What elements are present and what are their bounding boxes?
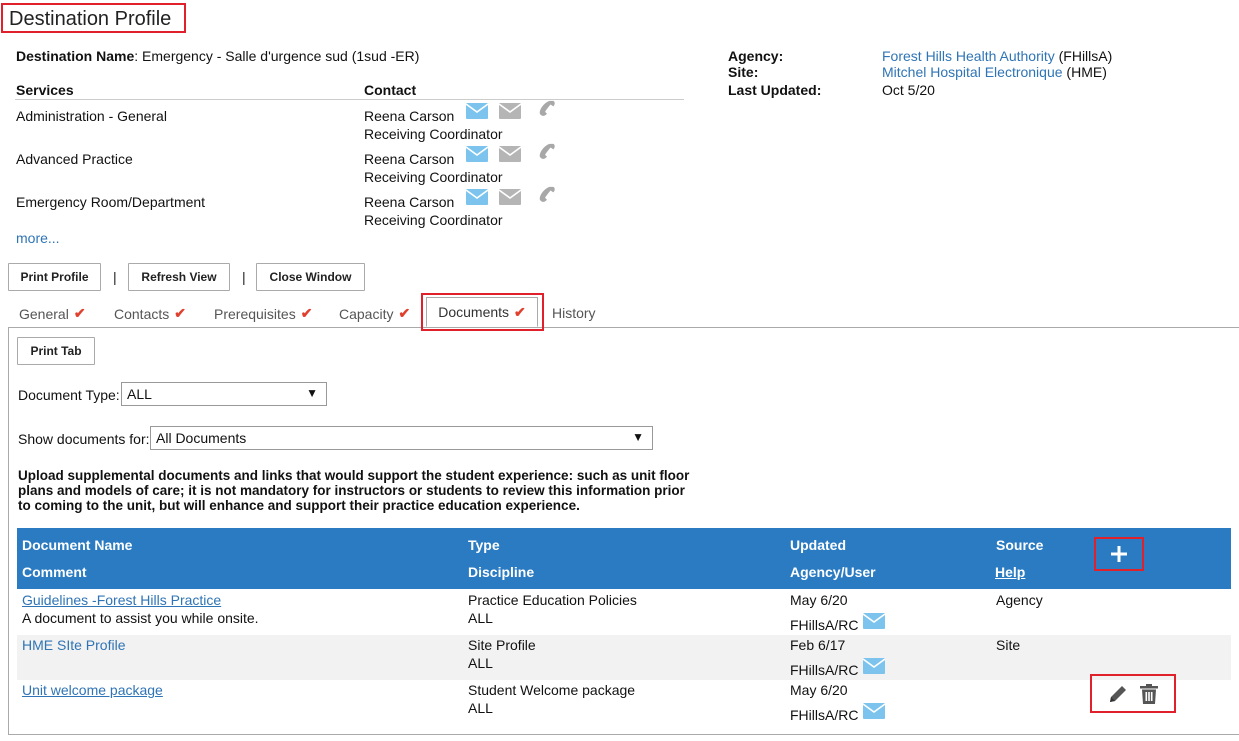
document-source: Agency (996, 592, 1043, 608)
service-name: Emergency Room/Department (16, 194, 206, 210)
document-discipline: ALL (468, 610, 493, 626)
document-user: FHillsA/RC (790, 662, 859, 678)
contact-name: Reena Carson (364, 194, 455, 210)
document-type: Site Profile (468, 637, 536, 653)
mail-blue-icon[interactable] (466, 146, 488, 162)
tab-prerequisites[interactable]: Prerequisites ✔ (214, 305, 312, 322)
destination-name: Destination Name: Emergency - Salle d'ur… (16, 48, 420, 64)
service-name: Administration - General (16, 108, 167, 124)
trash-icon[interactable] (1139, 683, 1159, 705)
services-more-link[interactable]: more... (16, 230, 60, 246)
mail-blue-icon[interactable] (466, 189, 488, 205)
check-icon: ✔ (174, 305, 186, 321)
document-discipline: ALL (468, 655, 493, 671)
document-updated: Feb 6/17 (790, 637, 846, 653)
refresh-view-button[interactable]: Refresh View (128, 263, 230, 291)
agency-value: Forest Hills Health Authority (FHillsA) (882, 48, 1112, 64)
dropdown-arrow-icon: ▼ (632, 430, 644, 444)
mail-grey-icon[interactable] (499, 103, 521, 119)
tab-general[interactable]: General ✔ (19, 305, 86, 322)
show-documents-label: Show documents for: (18, 431, 150, 447)
site-link[interactable]: Mitchel Hospital Electronique (882, 64, 1063, 80)
last-updated-value: Oct 5/20 (882, 82, 935, 98)
phone-icon[interactable] (535, 99, 557, 121)
tab-capacity[interactable]: Capacity ✔ (339, 305, 410, 322)
contact-role: Receiving Coordinator (364, 212, 503, 228)
mail-grey-icon[interactable] (499, 146, 521, 162)
document-type-select[interactable]: ALL ▼ (121, 382, 327, 406)
close-window-button[interactable]: Close Window (256, 263, 365, 291)
pencil-icon[interactable] (1107, 683, 1129, 705)
agency-label: Agency: (728, 48, 784, 64)
document-updated: May 6/20 (790, 682, 848, 698)
site-label: Site: (728, 64, 759, 80)
col-discipline: Discipline (468, 564, 535, 580)
print-profile-button[interactable]: Print Profile (8, 263, 101, 291)
col-updated: Updated (790, 537, 846, 553)
toolbar-separator: | (242, 269, 246, 285)
services-divider (15, 99, 684, 100)
table-row-shade (17, 635, 1231, 680)
document-type: Student Welcome package (468, 682, 636, 698)
services-header: Services (16, 82, 74, 98)
toolbar-separator: | (113, 269, 117, 285)
documents-description: Upload supplemental documents and links … (18, 468, 690, 513)
document-comment: A document to assist you while onsite. (22, 610, 259, 626)
phone-icon[interactable] (535, 185, 557, 207)
documents-table-header: Document Name Comment Type Discipline Up… (17, 528, 1231, 589)
help-link[interactable]: Help (995, 564, 1025, 580)
mail-blue-icon[interactable] (863, 703, 885, 719)
tab-contacts[interactable]: Contacts ✔ (114, 305, 186, 322)
service-name: Advanced Practice (16, 151, 133, 167)
row-actions (1090, 674, 1176, 713)
col-source: Source (996, 537, 1044, 553)
document-updated: May 6/20 (790, 592, 848, 608)
check-icon: ✔ (398, 305, 411, 321)
add-document-button[interactable] (1094, 537, 1144, 571)
mail-blue-icon[interactable] (863, 613, 885, 629)
agency-code: (FHillsA) (1058, 48, 1113, 64)
contact-role: Receiving Coordinator (364, 126, 503, 142)
contact-header: Contact (364, 82, 417, 98)
check-icon: ✔ (300, 305, 313, 321)
document-link[interactable]: HME SIte Profile (22, 637, 125, 653)
destination-name-value: Emergency - Salle d'urgence sud (1sud -E… (142, 48, 420, 64)
col-comment: Comment (22, 564, 87, 580)
mail-blue-icon[interactable] (863, 658, 885, 674)
site-code: (HME) (1066, 64, 1107, 80)
check-icon: ✔ (73, 305, 86, 321)
contact-name: Reena Carson (364, 151, 455, 167)
dropdown-arrow-icon: ▼ (306, 386, 318, 400)
page-title: Destination Profile (1, 3, 186, 33)
mail-blue-icon[interactable] (466, 103, 488, 119)
mail-grey-icon[interactable] (499, 189, 521, 205)
contact-role: Receiving Coordinator (364, 169, 503, 185)
last-updated-label: Last Updated: (728, 82, 822, 98)
document-type: Practice Education Policies (468, 592, 637, 608)
tab-history[interactable]: History (552, 305, 596, 321)
col-document-name: Document Name (22, 537, 133, 553)
document-link[interactable]: Guidelines -Forest Hills Practice (22, 592, 221, 608)
destination-name-label: Destination Name (16, 48, 135, 64)
site-value: Mitchel Hospital Electronique (HME) (882, 64, 1107, 80)
print-tab-button[interactable]: Print Tab (17, 337, 95, 365)
document-user: FHillsA/RC (790, 707, 859, 723)
document-type-label: Document Type: (18, 387, 120, 403)
show-documents-select[interactable]: All Documents ▼ (150, 426, 653, 450)
document-source: Site (996, 637, 1021, 653)
phone-icon[interactable] (535, 142, 557, 164)
document-link[interactable]: Unit welcome package (22, 682, 163, 698)
contact-name: Reena Carson (364, 108, 455, 124)
document-user: FHillsA/RC (790, 617, 859, 633)
document-discipline: ALL (468, 700, 493, 716)
col-type: Type (468, 537, 500, 553)
col-agency-user: Agency/User (790, 564, 876, 580)
agency-link[interactable]: Forest Hills Health Authority (882, 48, 1055, 64)
documents-tab-highlight (421, 293, 544, 331)
plus-icon (1111, 546, 1127, 562)
